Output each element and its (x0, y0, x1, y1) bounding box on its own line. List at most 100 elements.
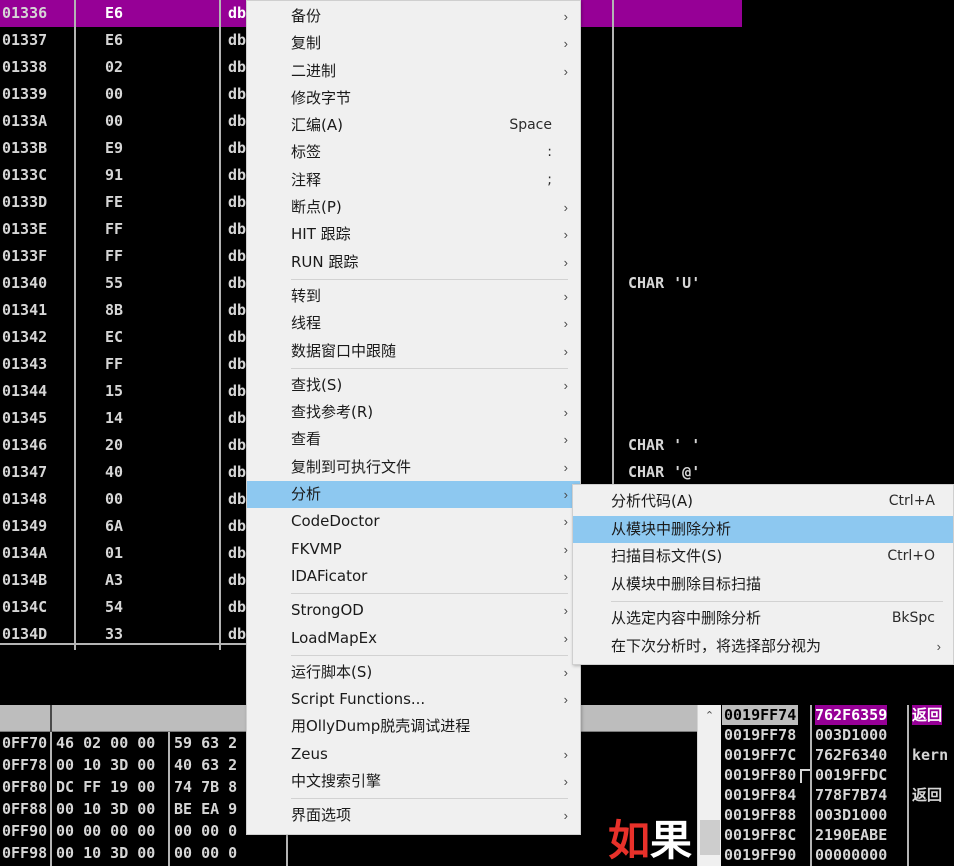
hex-dump-divider-1 (50, 732, 52, 866)
stack-address: 0019FF78 (724, 726, 797, 744)
disassembly-address: 01337 (2, 31, 48, 49)
chevron-right-icon: › (563, 568, 568, 584)
context-menu-item[interactable]: Zeus › (247, 741, 580, 768)
chevron-right-icon: › (563, 774, 568, 790)
stack-row[interactable]: 0019FF8C 2190EABE (722, 825, 954, 845)
context-menu-item[interactable]: 运行脚本(S) › (247, 659, 580, 686)
context-menu-separator (291, 654, 568, 656)
submenu-item[interactable]: 从模块中删除目标扫描 (573, 571, 953, 599)
context-menu-item-label: 复制 (291, 34, 322, 53)
submenu-item[interactable]: 在下次分析时，将选择部分视为 › (573, 633, 953, 661)
context-menu-item[interactable]: FKVMP › (247, 536, 580, 563)
stack-value: 003D1000 (815, 726, 888, 744)
stack-row[interactable]: 0019FF84 778F7B74 返回 (722, 785, 954, 805)
context-menu-separator (291, 278, 568, 280)
chevron-right-icon: › (563, 664, 568, 680)
disassembly-address: 01336 (2, 4, 48, 22)
context-menu-item-label: StrongOD (291, 601, 364, 620)
context-menu-item[interactable]: Script Functions... › (247, 686, 580, 713)
column-divider-address (74, 0, 76, 650)
stack-row[interactable]: 0019FF74 762F6359 返回 (722, 705, 954, 725)
stack-divider-1 (810, 705, 812, 866)
context-menu-item[interactable]: 标签: (247, 139, 580, 166)
context-menu-item[interactable]: 用OllyDump脱壳调试进程 (247, 713, 580, 740)
stack-comment: 返回 (912, 705, 943, 725)
analysis-submenu[interactable]: 分析代码(A) Ctrl+A 从模块中删除分析 扫描目标文件(S) Ctrl+O 从模块中… (572, 484, 954, 665)
context-menu-item[interactable]: 查找参考(R) › (247, 399, 580, 426)
context-menu-item[interactable]: 二进制 › (247, 58, 580, 85)
disassembly-hex: 6A (105, 517, 124, 535)
submenu-item[interactable]: 扫描目标文件(S) Ctrl+O (573, 543, 953, 571)
disassembly-hex: 02 (105, 58, 124, 76)
stack-row[interactable]: 0019FF80 0019FFDC (722, 765, 954, 785)
stack-value: 2190EABE (815, 826, 888, 844)
disassembly-address: 0134C (2, 598, 48, 616)
chevron-right-icon: › (563, 343, 568, 359)
disassembly-address: 01345 (2, 409, 48, 427)
disassembly-hex: 8B (105, 301, 124, 319)
hex-dump-bytes-left: 00 10 3D 00 (56, 800, 156, 818)
context-menu-item[interactable]: LoadMapEx › (247, 625, 580, 652)
chevron-right-icon: › (936, 638, 941, 654)
chevron-right-icon: › (563, 63, 568, 79)
context-menu-item[interactable]: 汇编(A) Space (247, 112, 580, 139)
context-menu-item[interactable]: 备份 › (247, 3, 580, 30)
context-menu[interactable]: 备份 › 复制 › 二进制 › 修改字节 汇编(A) Space 标签: 注释; 断点(P) › HIT … (246, 0, 581, 835)
stack-address: 0019FF7C (724, 746, 797, 764)
stack-row[interactable]: 0019FF90 00000000 (722, 845, 954, 865)
scrollbar-thumb[interactable] (700, 820, 720, 855)
overlay-annotation: 如果 (608, 818, 692, 864)
submenu-item[interactable]: 从模块中删除分析 (573, 515, 953, 543)
stack-address: 0019FF8C (724, 826, 797, 844)
disassembly-address: 0133D (2, 193, 48, 211)
context-menu-item[interactable]: 注释; (247, 167, 580, 194)
context-menu-item[interactable]: 查看 › (247, 426, 580, 453)
context-menu-item[interactable]: 复制 › (247, 30, 580, 57)
submenu-item-label: 从选定内容中删除分析 (611, 609, 762, 627)
chevron-right-icon: › (563, 316, 568, 332)
context-menu-item[interactable]: 线程 › (247, 310, 580, 337)
context-menu-item[interactable]: 中文搜索引擎 › (247, 768, 580, 795)
hex-dump-scrollbar[interactable]: ⌃ (697, 705, 721, 866)
stack-row[interactable]: 0019FF88 003D1000 (722, 805, 954, 825)
stack-pane[interactable]: 0019FF74 762F6359 返回 0019FF78 003D1000 0019FF… (722, 705, 954, 866)
chevron-right-icon: › (563, 377, 568, 393)
context-menu-item[interactable]: RUN 跟踪 › (247, 249, 580, 276)
stack-row[interactable]: 0019FF7C 762F6340 kern (722, 745, 954, 765)
stack-address: 0019FF80 (724, 766, 797, 784)
stack-value: 762F6340 (815, 746, 888, 764)
disassembly-address: 01344 (2, 382, 48, 400)
context-menu-item[interactable]: 查找(S) › (247, 372, 580, 399)
context-menu-item[interactable]: 复制到可执行文件 › (247, 454, 580, 481)
stack-row[interactable]: 0019FF78 003D1000 (722, 725, 954, 745)
chevron-right-icon: › (563, 603, 568, 619)
hex-dump-bytes-left: 46 02 00 00 (56, 734, 156, 752)
disassembly-address: 0133F (2, 247, 48, 265)
context-menu-item[interactable]: StrongOD › (247, 597, 580, 624)
context-menu-item[interactable]: 修改字节 (247, 85, 580, 112)
submenu-item-shortcut: Ctrl+O (887, 548, 935, 564)
submenu-item[interactable]: 从选定内容中删除分析 BkSpc (573, 605, 953, 633)
context-menu-item[interactable]: 数据窗口中跟随 › (247, 338, 580, 365)
context-menu-item[interactable]: 分析 › (247, 481, 580, 509)
context-menu-item[interactable]: 断点(P) › (247, 194, 580, 221)
hex-dump-address: 0FF90 (2, 822, 48, 840)
hex-dump-bytes-right: 40 63 2 (174, 756, 238, 774)
context-menu-item[interactable]: HIT 跟踪 › (247, 221, 580, 248)
context-menu-item[interactable]: 界面选项 › (247, 802, 580, 829)
submenu-item[interactable]: 分析代码(A) Ctrl+A (573, 488, 953, 516)
disassembly-address: 0133B (2, 139, 48, 157)
stack-rows[interactable]: 0019FF74 762F6359 返回 0019FF78 003D1000 0019FF… (722, 705, 954, 865)
submenu-item-shortcut: Ctrl+A (888, 493, 935, 509)
context-menu-item[interactable]: CodeDoctor › (247, 508, 580, 535)
hex-dump-bytes-right: BE EA 9 (174, 800, 238, 818)
context-menu-item[interactable]: 转到 › (247, 283, 580, 310)
chevron-right-icon: › (563, 808, 568, 824)
context-menu-item[interactable]: IDAFicator › (247, 563, 580, 590)
hex-dump-row[interactable]: 0FF98 00 10 3D 00 00 00 0 (0, 842, 600, 864)
disassembly-hex: 01 (105, 544, 124, 562)
disassembly-hex: E6 (105, 4, 124, 22)
scroll-up-icon[interactable]: ⌃ (698, 705, 721, 727)
context-menu-item-label: Zeus (291, 744, 328, 763)
hex-dump-divider-2 (168, 732, 170, 866)
